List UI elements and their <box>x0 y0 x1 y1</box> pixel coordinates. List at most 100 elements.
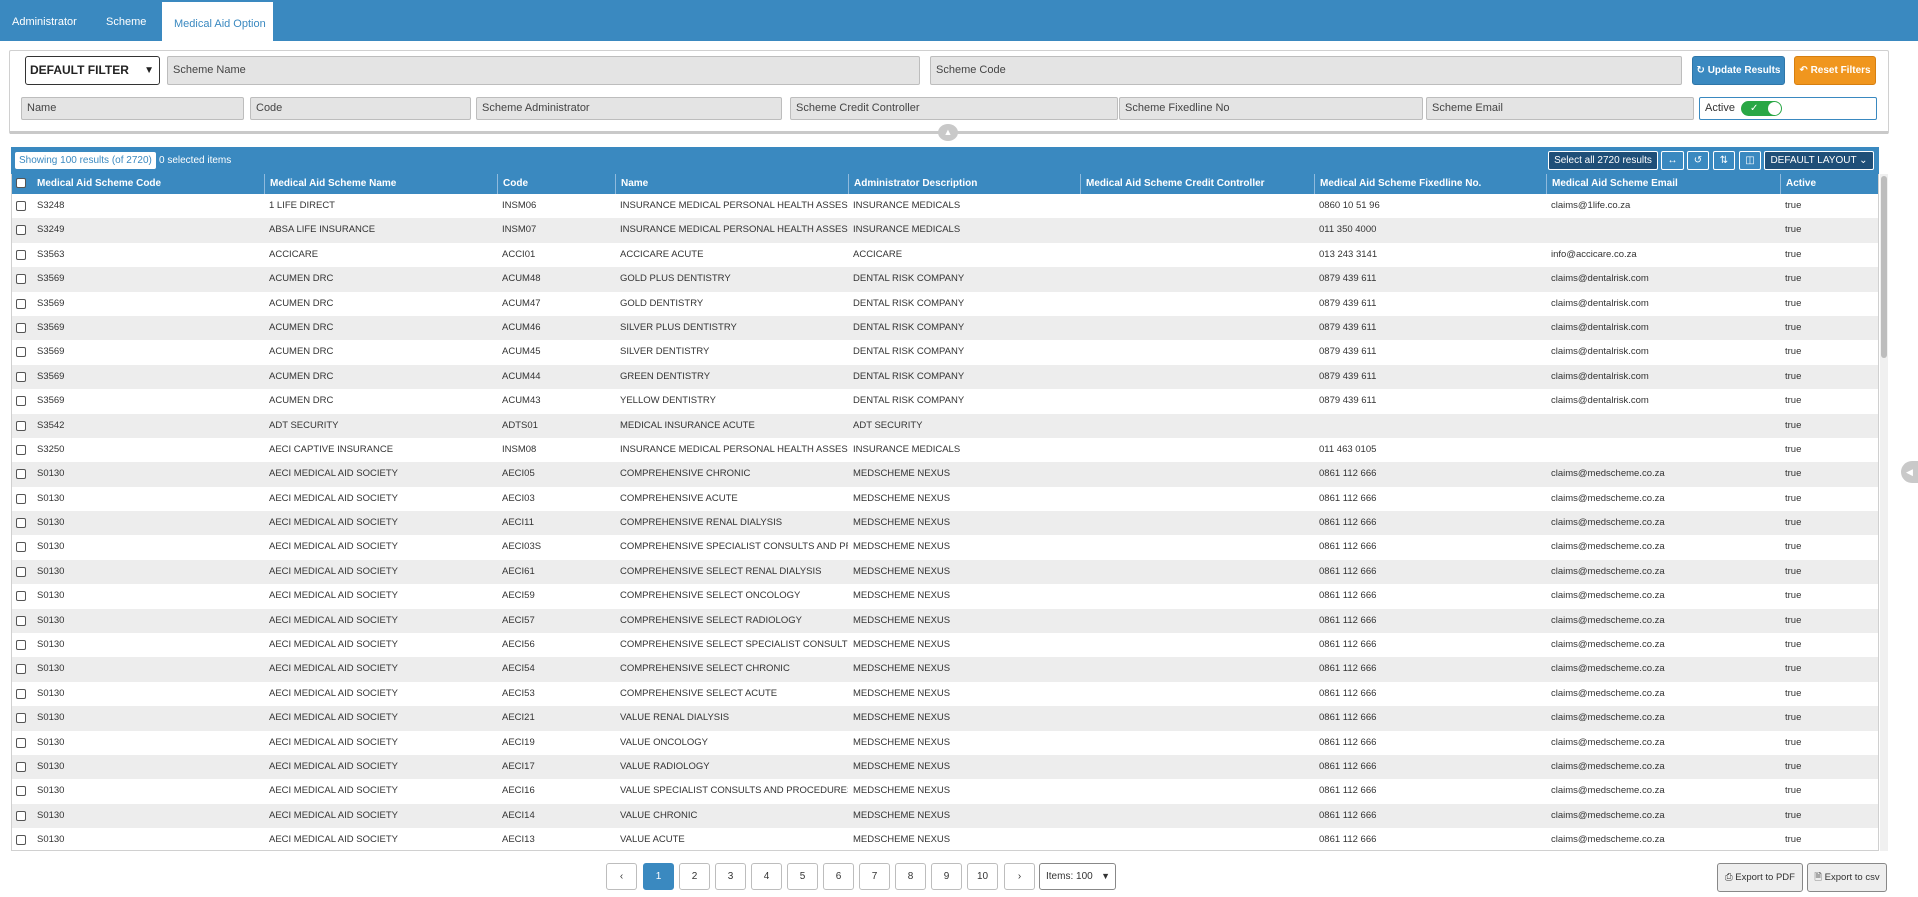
table-row[interactable]: S0130 AECI MEDICAL AID SOCIETY AECI61 COMPR… <box>12 559 1878 585</box>
row-checkbox[interactable] <box>16 420 26 431</box>
column-header-administrator-description[interactable]: Administrator Description <box>848 174 1080 194</box>
table-row[interactable]: S3569 ACUMEN DRC ACUM46 SILVER PLUS DENTIST… <box>12 315 1878 341</box>
row-checkbox[interactable] <box>16 201 26 211</box>
row-checkbox[interactable] <box>16 396 26 407</box>
page-button-9[interactable]: 9 <box>931 863 962 890</box>
column-header-scheme-code[interactable]: Medical Aid Scheme Code <box>32 174 264 194</box>
row-checkbox[interactable] <box>16 786 26 797</box>
column-header-fixedline-no[interactable]: Medical Aid Scheme Fixedline No. <box>1314 174 1546 194</box>
row-checkbox[interactable] <box>16 371 26 382</box>
row-checkbox[interactable] <box>16 347 26 358</box>
row-checkbox[interactable] <box>16 615 26 626</box>
row-checkbox[interactable] <box>16 664 26 675</box>
row-checkbox[interactable] <box>16 298 26 309</box>
fit-columns-button[interactable]: ↔ <box>1661 151 1684 170</box>
page-button-1[interactable]: 1 <box>643 863 674 890</box>
table-row[interactable]: S3569 ACUMEN DRC ACUM45 SILVER DENTISTRY DEN… <box>12 340 1878 365</box>
filter-preset-select[interactable]: DEFAULT FILTER ▼ <box>25 56 160 85</box>
table-row[interactable]: S0130 AECI MEDICAL AID SOCIETY AECI53 COMPR… <box>12 681 1878 707</box>
layout-select[interactable]: DEFAULT LAYOUT ⌄ <box>1764 151 1874 170</box>
page-button-10[interactable]: 10 <box>967 863 998 890</box>
table-row[interactable]: S3250 AECI CAPTIVE INSURANCE INSM08 INSURAN… <box>12 437 1878 463</box>
row-checkbox[interactable] <box>16 835 26 846</box>
table-row[interactable]: S3249 ABSA LIFE INSURANCE INSM07 INSURANCE … <box>12 218 1878 243</box>
export-pdf-button[interactable]: ⎙ Export to PDF <box>1717 863 1803 892</box>
row-checkbox[interactable] <box>16 444 26 455</box>
table-row[interactable]: S3569 ACUMEN DRC ACUM44 GREEN DENTISTRY DENT… <box>12 364 1878 390</box>
row-checkbox[interactable] <box>16 566 26 577</box>
tab-administrator[interactable]: Administrator <box>0 0 89 41</box>
tab-scheme[interactable]: Scheme <box>94 0 158 41</box>
scheme-name-input[interactable]: Scheme Name <box>167 56 920 85</box>
table-row[interactable]: S3569 ACUMEN DRC ACUM47 GOLD DENTISTRY DENTA… <box>12 291 1878 316</box>
table-row[interactable]: S0130 AECI MEDICAL AID SOCIETY AECI21 VALUE… <box>12 706 1878 731</box>
select-all-checkbox[interactable] <box>16 178 26 188</box>
next-page-button[interactable]: › <box>1004 863 1035 890</box>
scheme-credit-controller-input[interactable]: Scheme Credit Controller <box>790 97 1118 120</box>
row-checkbox[interactable] <box>16 518 26 529</box>
page-button-7[interactable]: 7 <box>859 863 890 890</box>
table-row[interactable]: S0130 AECI MEDICAL AID SOCIETY AECI03S COMP… <box>12 535 1878 560</box>
row-checkbox[interactable] <box>16 688 26 699</box>
page-button-8[interactable]: 8 <box>895 863 926 890</box>
column-header-scheme-name[interactable]: Medical Aid Scheme Name <box>264 174 497 194</box>
table-row[interactable]: S0130 AECI MEDICAL AID SOCIETY AECI17 VALUE… <box>12 754 1878 780</box>
table-row[interactable]: S0130 AECI MEDICAL AID SOCIETY AECI14 VALUE… <box>12 803 1878 829</box>
row-checkbox[interactable] <box>16 322 26 333</box>
table-row[interactable]: S0130 AECI MEDICAL AID SOCIETY AECI05 COMPR… <box>12 462 1878 487</box>
table-scrollbar[interactable] <box>1880 174 1888 851</box>
name-input[interactable]: Name <box>21 97 244 120</box>
table-row[interactable]: S0130 AECI MEDICAL AID SOCIETY AECI11 COMPR… <box>12 511 1878 536</box>
update-results-button[interactable]: ↻ Update Results <box>1692 56 1785 85</box>
row-checkbox[interactable] <box>16 591 26 602</box>
row-checkbox[interactable] <box>16 225 26 236</box>
table-row[interactable]: S0130 AECI MEDICAL AID SOCIETY AECI16 VALUE… <box>12 779 1878 804</box>
table-row[interactable]: S0130 AECI MEDICAL AID SOCIETY AECI59 COMPR… <box>12 584 1878 609</box>
scheme-email-input[interactable]: Scheme Email <box>1426 97 1694 120</box>
table-row[interactable]: S0130 AECI MEDICAL AID SOCIETY AECI03 COMPR… <box>12 486 1878 512</box>
table-row[interactable]: S0130 AECI MEDICAL AID SOCIETY AECI19 VALUE… <box>12 730 1878 755</box>
row-checkbox[interactable] <box>16 737 26 748</box>
row-checkbox[interactable] <box>16 640 26 651</box>
active-toggle[interactable]: ✓ <box>1741 101 1782 116</box>
reset-filters-button[interactable]: ↶ Reset Filters <box>1794 56 1876 85</box>
table-row[interactable]: S3563 ACCICARE ACCI01 ACCICARE ACUTE ACCICAR… <box>12 242 1878 268</box>
export-csv-button[interactable]: 🗎 Export to csv <box>1807 863 1887 892</box>
table-row[interactable]: S0130 AECI MEDICAL AID SOCIETY AECI57 COMPR… <box>12 608 1878 634</box>
column-header-name[interactable]: Name <box>615 174 848 194</box>
column-header-email[interactable]: Medical Aid Scheme Email <box>1546 174 1780 194</box>
row-checkbox[interactable] <box>16 542 26 553</box>
column-header-active[interactable]: Active <box>1780 174 1878 194</box>
scheme-code-input[interactable]: Scheme Code <box>930 56 1682 85</box>
page-button-6[interactable]: 6 <box>823 863 854 890</box>
column-header-credit-controller[interactable]: Medical Aid Scheme Credit Controller <box>1080 174 1314 194</box>
code-input[interactable]: Code <box>250 97 471 120</box>
page-button-2[interactable]: 2 <box>679 863 710 890</box>
page-button-4[interactable]: 4 <box>751 863 782 890</box>
row-checkbox[interactable] <box>16 493 26 504</box>
scrollbar-thumb[interactable] <box>1881 176 1887 358</box>
reset-layout-button[interactable]: ↺ <box>1687 151 1709 170</box>
table-row[interactable]: S3542 ADT SECURITY ADTS01 MEDICAL INSURANCE… <box>12 413 1878 438</box>
scheme-fixedline-input[interactable]: Scheme Fixedline No <box>1119 97 1423 120</box>
page-button-5[interactable]: 5 <box>787 863 818 890</box>
row-checkbox[interactable] <box>16 761 26 772</box>
side-panel-toggle[interactable]: ◀ <box>1901 461 1918 483</box>
table-row[interactable]: S0130 AECI MEDICAL AID SOCIETY AECI54 COMPR… <box>12 657 1878 682</box>
column-header-code[interactable]: Code <box>497 174 615 194</box>
columns-button[interactable]: ◫ <box>1739 151 1761 170</box>
table-row[interactable]: S3569 ACUMEN DRC ACUM48 GOLD PLUS DENTISTRY… <box>12 267 1878 292</box>
collapse-filters-button[interactable]: ▲ <box>938 124 958 141</box>
tab-medical-aid-option[interactable]: Medical Aid Option <box>162 0 273 41</box>
items-per-page-select[interactable]: Items: 100 ▼ <box>1039 863 1116 890</box>
row-checkbox[interactable] <box>16 274 26 285</box>
row-checkbox[interactable] <box>16 810 26 821</box>
prev-page-button[interactable]: ‹ <box>606 863 637 890</box>
sort-button[interactable]: ⇅ <box>1713 151 1735 170</box>
page-button-3[interactable]: 3 <box>715 863 746 890</box>
scheme-administrator-input[interactable]: Scheme Administrator <box>476 97 782 120</box>
row-checkbox[interactable] <box>16 713 26 724</box>
select-all-button[interactable]: Select all 2720 results <box>1548 151 1658 170</box>
row-checkbox[interactable] <box>16 469 26 480</box>
table-row[interactable]: S0130 AECI MEDICAL AID SOCIETY AECI13 VALUE… <box>12 828 1878 850</box>
